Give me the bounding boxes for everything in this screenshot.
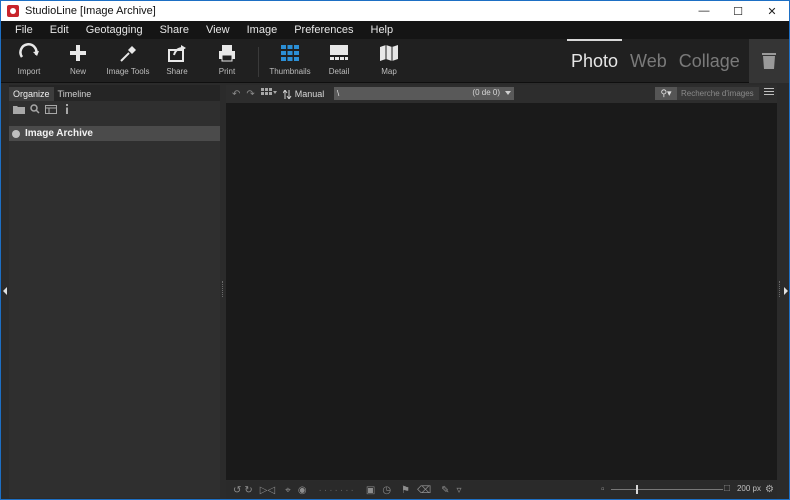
detail-button[interactable]: Detail <box>314 39 364 83</box>
album-icon[interactable] <box>45 104 57 114</box>
small-thumb-icon: ▫ <box>601 484 605 495</box>
path-text: \ <box>337 89 340 98</box>
import-label: Import <box>17 67 41 76</box>
crop-icon[interactable]: ⌖ <box>285 485 291 496</box>
forward-arrow-icon[interactable]: ↷ <box>246 89 254 100</box>
rotate-left-icon[interactable]: ↺ <box>233 485 241 496</box>
filter-icon[interactable]: ▿ <box>457 485 462 496</box>
share-label: Share <box>166 67 188 76</box>
image-tools-label: Image Tools <box>106 67 150 76</box>
maximize-button[interactable]: ☐ <box>721 1 755 21</box>
search-placeholder: Recherche d'images <box>681 89 754 98</box>
mode-switcher: Photo Web Collage <box>566 38 752 83</box>
window-title: StudioLine [Image Archive] <box>25 5 156 17</box>
import-button[interactable]: Import <box>4 39 54 83</box>
mode-collage[interactable]: Collage <box>679 51 740 72</box>
title-bar: StudioLine [Image Archive] — ☐ ✕ <box>1 1 789 21</box>
import-icon <box>19 43 39 58</box>
sort-label: Manual <box>294 89 325 99</box>
chevron-down-icon <box>505 91 511 95</box>
large-thumb-icon: □ <box>724 483 731 494</box>
menu-view[interactable]: View <box>206 24 230 36</box>
zoom-slider-track[interactable] <box>611 489 723 490</box>
search-icon[interactable] <box>29 104 41 114</box>
menu-edit[interactable]: Edit <box>50 24 69 36</box>
toolbar-divider <box>258 47 259 77</box>
print-label: Print <box>218 67 236 76</box>
menu-share[interactable]: Share <box>160 24 189 36</box>
menu-image[interactable]: Image <box>247 24 278 36</box>
trash-button[interactable] <box>749 39 789 83</box>
new-button[interactable]: New <box>53 39 103 83</box>
info-icon[interactable] <box>61 104 73 114</box>
menu-help[interactable]: Help <box>371 24 394 36</box>
bottom-toolbar: ↺ ↻ ▷◁ ⌖ ◉ ······· ▣ ◷ ⚑ ⌫ ✎ ▿ ▫ □ 200 p… <box>226 481 777 499</box>
folder-add-icon[interactable] <box>13 104 25 114</box>
expand-left-icon[interactable] <box>3 287 7 295</box>
browser-toolbar: ↶ ↷ Manual \ (0 de 0) ⚲▾ Recherche d'ima… <box>226 85 777 103</box>
preview-eye-icon[interactable]: ◉ <box>298 485 307 496</box>
new-label: New <box>69 67 86 76</box>
image-search[interactable]: ⚲▾ Recherche d'images <box>655 87 759 100</box>
map-label: Map <box>381 67 397 76</box>
menu-preferences[interactable]: Preferences <box>294 24 353 36</box>
flag-icon[interactable]: ⚑ <box>401 485 410 496</box>
main-toolbar: Import New Image Tools Share Print Thumb… <box>1 38 789 83</box>
minimize-button[interactable]: — <box>687 1 721 21</box>
map-icon <box>380 45 398 61</box>
tree-item-label: Image Archive <box>25 128 93 139</box>
app-window: StudioLine [Image Archive] — ☐ ✕ File Ed… <box>0 0 790 500</box>
tree-item-image-archive[interactable]: Image Archive <box>9 126 220 141</box>
plus-icon <box>70 45 86 61</box>
trash-icon <box>762 53 776 69</box>
thumbnails-button[interactable]: Thumbnails <box>265 39 315 83</box>
delete-icon[interactable]: ⌫ <box>417 485 431 496</box>
mode-photo[interactable]: Photo <box>566 38 623 72</box>
left-panel: Organize Timeline Image Archive <box>9 85 220 498</box>
left-panel-tabs: Organize Timeline <box>9 85 220 101</box>
sort-manual-button[interactable]: Manual <box>282 89 325 99</box>
printer-icon <box>219 45 235 62</box>
flip-icon[interactable]: ▷◁ <box>260 485 275 496</box>
back-arrow-icon[interactable]: ↶ <box>232 89 240 100</box>
menu-bar: File Edit Geotagging Share View Image Pr… <box>1 21 789 39</box>
right-splitter-handle[interactable] <box>779 281 781 297</box>
tab-organize[interactable]: Organize <box>9 87 54 101</box>
image-browser-area[interactable] <box>226 103 777 480</box>
rating-dots[interactable]: ······· <box>319 485 356 496</box>
expand-right-icon[interactable] <box>784 287 788 295</box>
detail-label: Detail <box>328 67 350 76</box>
sort-icon <box>282 89 292 99</box>
detail-view-icon <box>330 45 348 60</box>
grid-icon <box>281 45 299 61</box>
zoom-value: 200 px <box>736 484 761 493</box>
edit-info-icon[interactable]: ✎ <box>441 485 449 496</box>
eyedropper-icon <box>120 46 136 62</box>
rotate-right-icon[interactable]: ↻ <box>244 485 252 496</box>
share-button[interactable]: Share <box>152 39 202 83</box>
map-button[interactable]: Map <box>364 39 414 83</box>
search-options-icon[interactable]: ⚲▾ <box>655 87 677 100</box>
image-count: (0 de 0) <box>472 88 500 97</box>
archive-dot-icon <box>12 129 20 138</box>
zoom-slider-thumb[interactable] <box>636 485 638 494</box>
menu-geotagging[interactable]: Geotagging <box>86 24 143 36</box>
thumbnails-label: Thumbnails <box>269 67 311 76</box>
close-button[interactable]: ✕ <box>755 1 789 21</box>
slideshow-icon[interactable]: ▣ <box>366 485 375 496</box>
app-logo-icon <box>7 5 19 17</box>
view-layout-icon[interactable] <box>260 88 277 100</box>
path-dropdown[interactable]: \ (0 de 0) <box>334 87 514 100</box>
menu-file[interactable]: File <box>15 24 33 36</box>
mode-web[interactable]: Web <box>630 51 667 72</box>
timer-icon[interactable]: ◷ <box>382 485 391 496</box>
share-icon <box>168 45 186 62</box>
left-splitter-handle[interactable] <box>222 281 224 297</box>
image-tools-button[interactable]: Image Tools <box>103 39 153 83</box>
tab-timeline[interactable]: Timeline <box>54 87 96 101</box>
hamburger-menu-icon[interactable] <box>764 88 774 98</box>
gear-icon[interactable]: ⚙ <box>765 484 774 495</box>
print-button[interactable]: Print <box>202 39 252 83</box>
left-panel-tools <box>9 101 220 117</box>
